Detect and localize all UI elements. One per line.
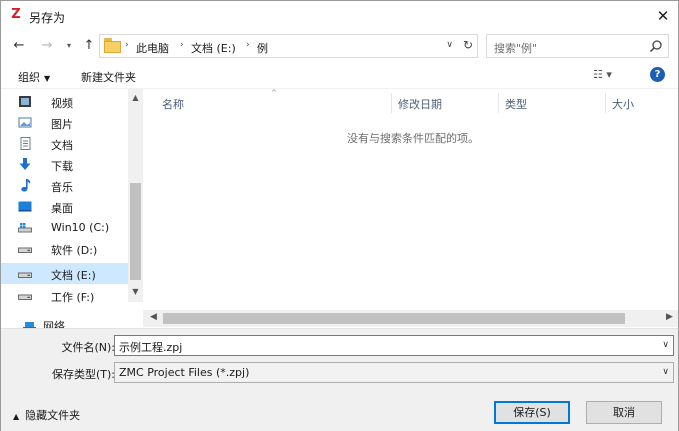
sidebar-item-drive-d[interactable]: 软件 (D:) [1,238,128,259]
column-header-date-modified[interactable]: 修改日期 [398,96,442,112]
sidebar-item-drive-e[interactable]: 文档 (E:) [1,263,128,284]
search-box[interactable]: 搜索"例" [486,34,669,58]
music-icon [21,179,31,192]
address-dropdown-button[interactable]: ∨ [446,40,453,50]
sidebar-item-label: 软件 (D:) [51,244,98,257]
app-logo-icon: Z [11,7,21,22]
filename-field[interactable]: 示例工程.zpj ∨ [114,335,674,356]
column-divider[interactable] [498,93,499,113]
sidebar-item-pictures[interactable]: 图片 [1,112,128,133]
scroll-thumb[interactable] [163,313,625,324]
window-title: 另存为 [29,11,66,25]
breadcrumb-this-pc[interactable]: 此电脑 [136,40,169,56]
up-button[interactable]: ↑ [81,38,97,54]
sidebar-item-downloads[interactable]: 下载 [1,154,128,175]
save-as-dialog: Z 另存为 ✕ ← → ▾ ↑ › 此电脑 › 文档 (E:) › 例 ∨ ↻ … [0,0,679,431]
close-button[interactable]: ✕ [648,1,678,31]
view-options-button[interactable]: ☷ ▾ [593,68,612,81]
breadcrumb-drive-e[interactable]: 文档 (E:) [191,40,236,56]
sidebar-item-drive-f[interactable]: 工作 (F:) [1,285,128,306]
sidebar-item-label: Win10 (C:) [51,221,110,234]
sort-ascending-icon: ^ [271,89,277,97]
breadcrumb-separator[interactable]: › [180,40,184,50]
downloads-icon [19,158,31,170]
sidebar-item-label: 桌面 [51,202,73,215]
file-list-horizontal-scrollbar[interactable]: ◀ ▶ [143,310,678,327]
sidebar-item-videos[interactable]: 视频 [1,91,128,112]
new-folder-button[interactable]: 新建文件夹 [81,69,136,85]
filename-label: 文件名(N): [61,341,115,354]
documents-icon [20,137,31,150]
back-button[interactable]: ← [11,38,27,54]
breadcrumb-separator[interactable]: › [125,40,129,50]
file-list[interactable]: ^ 名称 修改日期 类型 大小 没有与搜索条件匹配的项。 [143,89,678,309]
organize-menu[interactable]: 组织 ▼ [18,69,50,85]
scroll-right-button[interactable]: ▶ [662,312,677,322]
search-input[interactable]: 搜索"例" [494,40,537,56]
desktop-icon [18,201,32,212]
chevron-up-icon: ▲ [13,412,20,421]
sidebar-item-label: 文档 (E:) [51,269,96,282]
navigation-pane: 视频 图片 文档 下载 音乐 桌面 Win10 (C:) 软件 (D:) 文档 … [1,89,143,329]
column-header-size[interactable]: 大小 [612,96,634,112]
search-icon[interactable] [649,39,663,53]
sidebar-item-label: 图片 [51,118,73,131]
filetype-label: 保存类型(T): [51,368,115,381]
pictures-icon [18,117,32,128]
video-icon [19,96,31,107]
breadcrumb-separator[interactable]: › [246,40,250,50]
empty-list-message: 没有与搜索条件匹配的项。 [347,132,479,145]
chevron-down-icon[interactable]: ∨ [662,367,669,377]
drive-icon [18,247,32,253]
save-form: 文件名(N): 示例工程.zpj ∨ 保存类型(T): ZMC Project … [1,328,678,431]
column-divider[interactable] [605,93,606,113]
breadcrumb-current-folder[interactable]: 例 [257,40,268,56]
sidebar-item-label: 视频 [51,97,73,110]
column-divider[interactable] [391,93,392,113]
scroll-down-button[interactable]: ▼ [128,287,143,296]
sidebar-item-label: 文档 [51,139,73,152]
save-button[interactable]: 保存(S) [494,401,570,424]
sidebar-item-drive-c[interactable]: Win10 (C:) [1,217,128,238]
nav-pane-scrollbar[interactable]: ▲ ▼ [128,89,143,302]
sidebar-item-network[interactable]: 网络 [1,314,128,329]
scroll-thumb[interactable] [130,183,141,280]
sidebar-item-label: 工作 (F:) [51,291,95,304]
cancel-button[interactable]: 取消 [586,401,662,424]
chevron-down-icon[interactable]: ∨ [662,340,669,350]
sidebar-item-documents[interactable]: 文档 [1,133,128,154]
column-header-name[interactable]: 名称 [162,96,184,112]
help-icon[interactable]: ? [650,67,665,82]
navigation-bar: ← → ▾ ↑ › 此电脑 › 文档 (E:) › 例 ∨ ↻ 搜索"例" [1,31,678,61]
title-bar: Z 另存为 ✕ [1,1,678,31]
drive-icon [18,294,32,300]
recent-locations-button[interactable]: ▾ [61,38,77,54]
scroll-left-button[interactable]: ◀ [146,312,161,322]
sidebar-item-music[interactable]: 音乐 [1,175,128,196]
hide-folders-toggle[interactable]: ▲ 隐藏文件夹 [13,407,80,423]
refresh-button[interactable]: ↻ [463,38,473,52]
sidebar-item-label: 音乐 [51,181,73,194]
address-bar[interactable]: › 此电脑 › 文档 (E:) › 例 ∨ ↻ [99,34,478,58]
column-header-type[interactable]: 类型 [505,96,527,112]
scroll-up-button[interactable]: ▲ [128,93,143,102]
filetype-select[interactable]: ZMC Project Files (*.zpj) ∨ [114,362,674,383]
folder-icon [104,38,121,54]
filetype-value: ZMC Project Files (*.zpj) [119,366,250,379]
drive-icon [18,272,32,278]
command-bar: 组织 ▼ 新建文件夹 ☷ ▾ ? [1,61,678,89]
filename-input[interactable]: 示例工程.zpj [119,339,182,355]
sidebar-item-desktop[interactable]: 桌面 [1,196,128,217]
system-drive-icon [18,223,32,233]
sidebar-item-label: 下载 [51,160,73,173]
forward-button[interactable]: → [39,38,55,54]
